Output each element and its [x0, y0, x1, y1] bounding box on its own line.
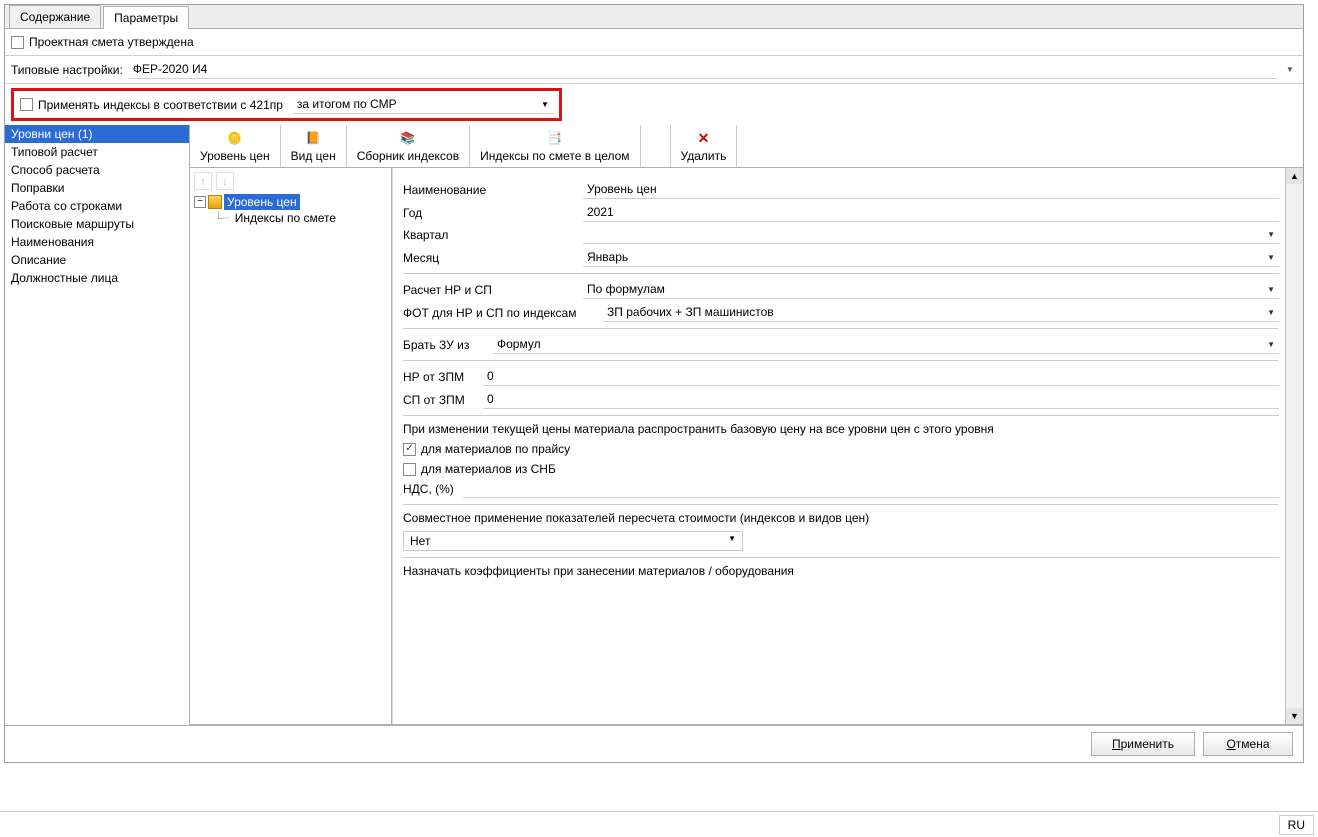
tree-root-label[interactable]: Уровень цен — [224, 194, 300, 210]
name-input[interactable]: Уровень цен — [583, 180, 1279, 199]
move-up-icon[interactable]: ↑ — [194, 172, 212, 190]
name-label: Наименование — [403, 183, 583, 197]
book-icon: 📙 — [304, 129, 322, 147]
folder-icon — [208, 195, 222, 209]
sidebar-item-names[interactable]: Наименования — [5, 233, 189, 251]
chk-snb-row[interactable]: для материалов из СНБ — [403, 462, 1279, 476]
approved-checkbox[interactable] — [11, 36, 24, 49]
tab-content[interactable]: Содержание — [9, 5, 101, 28]
quarter-label: Квартал — [403, 228, 583, 242]
month-dropdown[interactable]: Январь — [583, 248, 1279, 267]
tb-view[interactable]: 📙Вид цен — [281, 125, 347, 167]
sidebar-item-typical[interactable]: Типовой расчет — [5, 143, 189, 161]
tree-child-label[interactable]: Индексы по смете — [232, 210, 339, 226]
sp-zpm-label: СП от ЗПМ — [403, 393, 483, 407]
tree-child[interactable]: └┈ Индексы по смете — [214, 210, 387, 226]
coins-icon: 🪙 — [226, 129, 244, 147]
nr-zpm-label: НР от ЗПМ — [403, 370, 483, 384]
spread-text: При изменении текущей цены материала рас… — [403, 422, 1279, 436]
year-input[interactable]: 2021 — [583, 203, 1279, 222]
nr-zpm-input[interactable]: 0 — [483, 367, 1279, 386]
nrsp-label: Расчет НР и СП — [403, 283, 583, 297]
tab-params[interactable]: Параметры — [103, 6, 189, 29]
chk-snb[interactable] — [403, 463, 416, 476]
tb-level[interactable]: 🪙Уровень цен — [190, 125, 281, 167]
apply-421-checkbox-row[interactable]: Применять индексы в соответствии с 421пр — [20, 98, 283, 112]
sidebar-item-method[interactable]: Способ расчета — [5, 161, 189, 179]
tb-delete[interactable]: ✕Удалить — [671, 125, 738, 167]
approved-label: Проектная смета утверждена — [29, 35, 194, 49]
combined-dropdown[interactable]: Нет▼ — [403, 531, 743, 551]
apply-421-dropdown[interactable]: за итогом по СМР▼ — [293, 95, 553, 114]
nrsp-dropdown[interactable]: По формулам — [583, 280, 1279, 299]
tb-collection[interactable]: 📚Сборник индексов — [347, 125, 470, 167]
fot-label: ФОТ для НР и СП по индексам — [403, 306, 603, 320]
cancel-button[interactable]: Отмена — [1203, 732, 1293, 756]
apply-421-highlight: Применять индексы в соответствии с 421пр… — [11, 88, 562, 121]
zu-label: Брать ЗУ из — [403, 338, 493, 352]
tb-indexes-whole[interactable]: 📑Индексы по смете в целом — [470, 125, 640, 167]
sidebar-item-rows[interactable]: Работа со строками — [5, 197, 189, 215]
quarter-dropdown[interactable] — [583, 226, 1279, 244]
apply-421-checkbox[interactable] — [20, 98, 33, 111]
chk-price-row[interactable]: для материалов по прайсу — [403, 442, 1279, 456]
scroll-down-icon[interactable]: ▼ — [1286, 708, 1303, 724]
apply-button[interactable]: Применить — [1091, 732, 1195, 756]
sidebar-item-levels[interactable]: Уровни цен (1) — [5, 125, 189, 143]
lang-indicator[interactable]: RU — [1279, 815, 1314, 835]
books-icon: 📚 — [399, 129, 417, 147]
sidebar-item-description[interactable]: Описание — [5, 251, 189, 269]
nds-input[interactable] — [463, 480, 1279, 498]
scroll-up-icon[interactable]: ▲ — [1286, 168, 1303, 184]
apply-421-label: Применять индексы в соответствии с 421пр — [38, 98, 283, 112]
sidebar-item-routes[interactable]: Поисковые маршруты — [5, 215, 189, 233]
sidebar-item-officials[interactable]: Должностные лица — [5, 269, 189, 287]
approved-checkbox-row[interactable]: Проектная смета утверждена — [11, 35, 1297, 49]
collapse-icon[interactable]: − — [194, 196, 206, 208]
typical-dropdown-icon[interactable] — [1283, 63, 1297, 77]
sp-zpm-input[interactable]: 0 — [483, 390, 1279, 409]
typical-label: Типовые настройки: — [11, 63, 123, 77]
fot-dropdown[interactable]: ЗП рабочих + ЗП машинистов — [603, 303, 1279, 322]
typical-value[interactable]: ФЕР-2020 И4 — [129, 60, 1277, 79]
assign-label: Назначать коэффициенты при занесении мат… — [403, 564, 1279, 578]
sheet-icon: 📑 — [546, 129, 564, 147]
tree-pane: ↑ ↓ − Уровень цен └┈ Индексы по смете — [190, 168, 392, 724]
move-down-icon[interactable]: ↓ — [216, 172, 234, 190]
nds-label: НДС, (%) — [403, 482, 463, 496]
scrollbar[interactable]: ▲ ▼ — [1285, 168, 1303, 724]
month-label: Месяц — [403, 251, 583, 265]
sidebar: Уровни цен (1) Типовой расчет Способ рас… — [5, 125, 190, 725]
combined-label: Совместное применение показателей пересч… — [403, 511, 1279, 525]
chk-price[interactable] — [403, 443, 416, 456]
delete-icon: ✕ — [694, 129, 712, 147]
sidebar-item-corrections[interactable]: Поправки — [5, 179, 189, 197]
zu-dropdown[interactable]: Формул — [493, 335, 1279, 354]
tree-root[interactable]: − Уровень цен — [194, 194, 387, 210]
year-label: Год — [403, 206, 583, 220]
